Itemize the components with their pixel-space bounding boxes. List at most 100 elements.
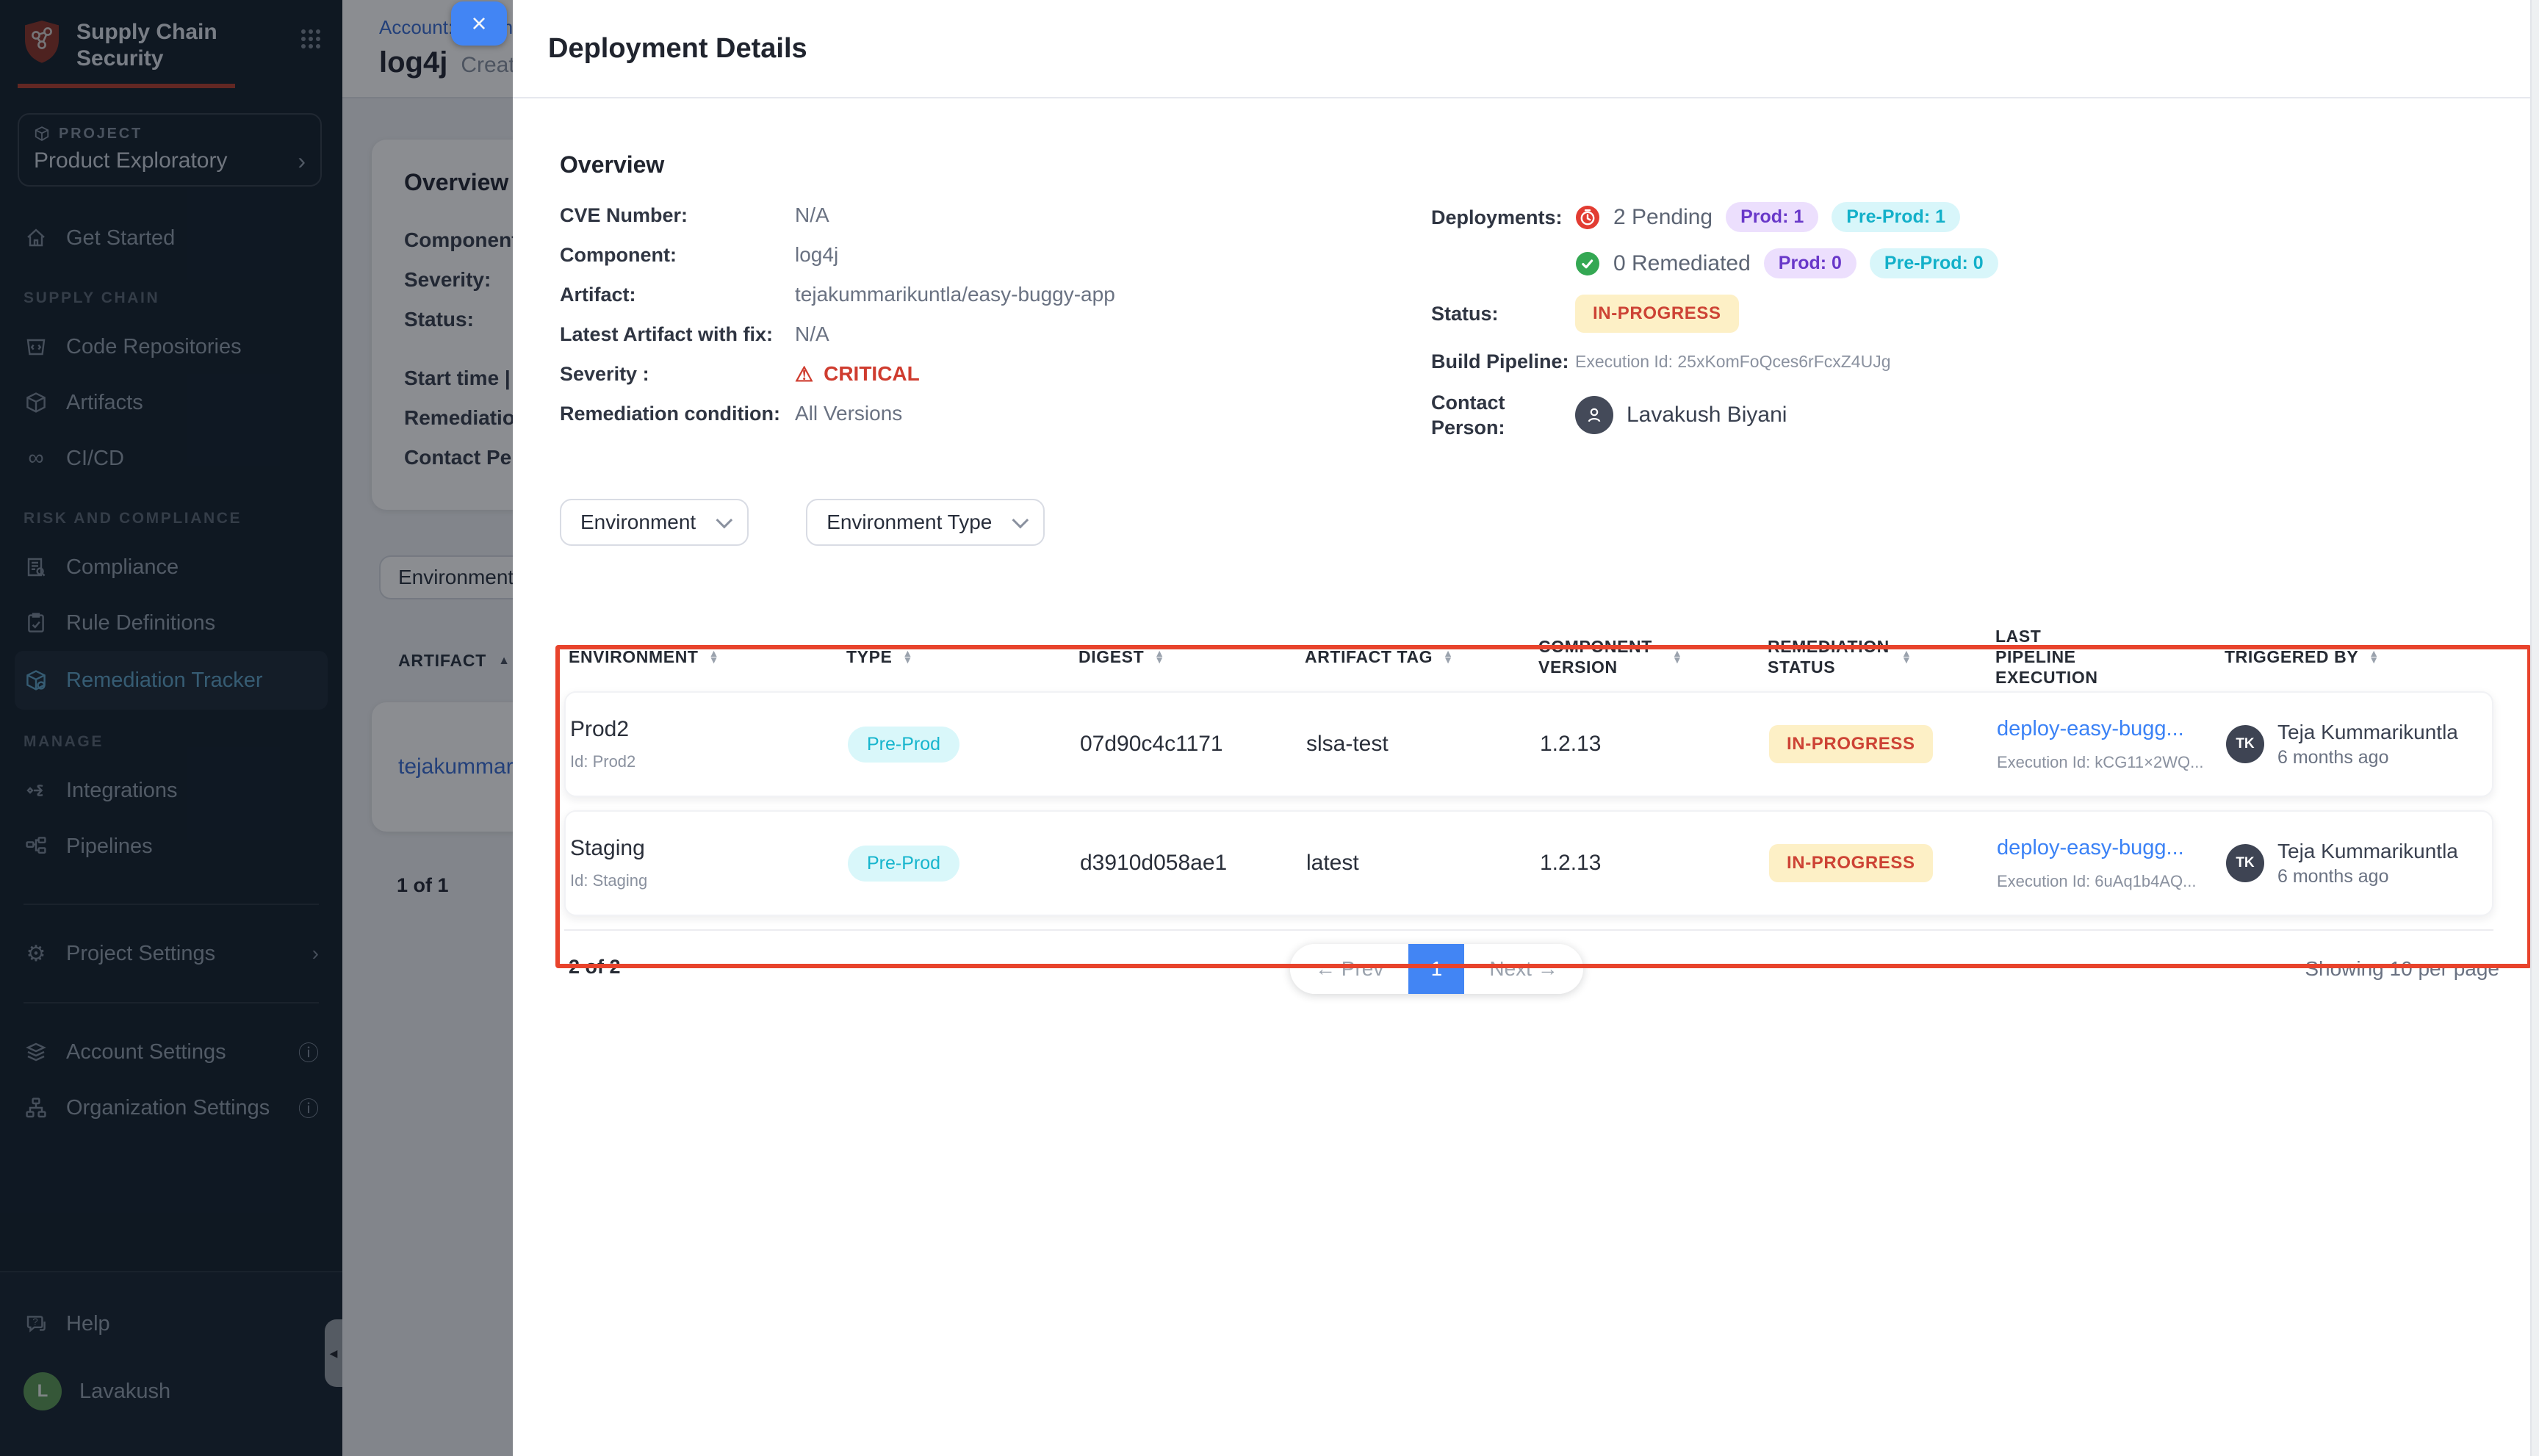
execution-id: Execution Id: 6uAq1b4AQ... — [1997, 872, 2226, 891]
column-label: ENVIRONMENT — [569, 646, 699, 667]
user-avatar: TK — [2226, 844, 2264, 882]
pipeline-link[interactable]: deploy-easy-bugg... — [1997, 836, 2226, 860]
app-root: Supply Chain Security PROJECT — [0, 0, 2539, 1456]
sort-icon[interactable]: ▲▼ — [1672, 650, 1682, 663]
scrollbar[interactable] — [2530, 0, 2539, 1456]
pagination-controls: ← Prev 1 Next → — [1290, 944, 1583, 994]
field-label: Component: — [560, 244, 795, 267]
field-value: All Versions — [795, 402, 902, 425]
pagination-count: 2 of 2 — [569, 956, 621, 979]
preprod-type-badge: Pre-Prod — [848, 727, 959, 763]
cell-type: Pre-Prod — [848, 846, 1080, 882]
column-label: LAST PIPELINE EXECUTION — [1995, 626, 2119, 688]
deployments-remediated-row: 0 Remediated Prod: 0 Pre-Prod: 0 — [1431, 248, 2498, 278]
field-label: CVE Number: — [560, 204, 795, 227]
deployments-table: ENVIRONMENT ▲▼ TYPE ▲▼ DIGEST ▲▼ ARTIFAC… — [560, 622, 2498, 931]
preprod-badge: Pre-Prod: 0 — [1870, 248, 1998, 278]
close-button[interactable]: × — [451, 1, 507, 46]
field-label: Build Pipeline: — [1431, 349, 1575, 374]
field-value: log4j — [795, 243, 838, 267]
severity-value: ⚠ CRITICAL — [795, 362, 920, 386]
chevron-down-icon — [716, 512, 733, 529]
table-filters: Environment Environment Type — [560, 499, 2498, 546]
overview-status-fields: Deployments: 2 Pending Prod: 1 — [1431, 202, 2498, 440]
column-header-digest[interactable]: DIGEST ▲▼ — [1078, 646, 1305, 667]
execution-id: Execution Id: kCG11×2WQ... — [1997, 753, 2226, 772]
drawer-title: Deployment Details — [548, 33, 807, 65]
contact-person-row: Contact Person: Lavakush Biyani — [1431, 390, 2498, 440]
column-header-component-version[interactable]: COMPONENT VERSION ▲▼ — [1538, 636, 1768, 677]
user-avatar: TK — [2226, 725, 2264, 763]
table-row[interactable]: Staging Id: Staging Pre-Prod d3910d058ae… — [564, 810, 2493, 916]
sort-icon[interactable]: ▲▼ — [1901, 650, 1912, 663]
pending-icon — [1575, 205, 1600, 230]
column-header-last-pipeline-execution[interactable]: LAST PIPELINE EXECUTION — [1995, 626, 2225, 688]
prod-badge: Prod: 1 — [1726, 202, 1818, 232]
sort-icon[interactable]: ▲▼ — [902, 650, 912, 663]
cell-triggered-by: TK Teja Kummarikuntla 6 months ago — [2226, 721, 2492, 768]
environment-filter[interactable]: Environment — [560, 499, 749, 546]
current-page-button[interactable]: 1 — [1408, 944, 1464, 994]
column-label: ARTIFACT TAG — [1305, 646, 1433, 667]
pagination: 2 of 2 ← Prev 1 Next → Showing 10 per pa… — [560, 944, 2498, 1003]
remediated-check-icon — [1575, 251, 1600, 276]
filter-label: Environment — [580, 511, 696, 534]
table-row[interactable]: Prod2 Id: Prod2 Pre-Prod 07d90c4c1171 sl… — [564, 691, 2493, 797]
field-label: Contact Person: — [1431, 390, 1575, 440]
execution-id: Execution Id: 25xKomFoQces6rFcxZ4UJg — [1575, 352, 1891, 372]
next-page-button[interactable]: Next → — [1464, 944, 1582, 994]
sort-icon[interactable]: ▲▼ — [1154, 650, 1164, 663]
cell-digest: d3910d058ae1 — [1080, 851, 1306, 876]
table-bottom-divider — [564, 929, 2493, 931]
field-label: Artifact: — [560, 284, 795, 306]
deployments-pending-row: Deployments: 2 Pending Prod: 1 — [1431, 202, 2498, 232]
field-row: Remediation condition: All Versions — [560, 400, 1431, 427]
remediated-count: 0 Remediated — [1613, 251, 1751, 276]
column-header-remediation-status[interactable]: REMEDIATION STATUS ▲▼ — [1768, 636, 1995, 677]
cell-component-version: 1.2.13 — [1540, 732, 1769, 757]
sort-icon[interactable]: ▲▼ — [709, 650, 719, 663]
build-pipeline-row: Build Pipeline: Execution Id: 25xKomFoQc… — [1431, 349, 2498, 374]
cell-artifact-tag: latest — [1306, 851, 1540, 876]
field-label: Deployments: — [1431, 205, 1575, 230]
column-label: REMEDIATION STATUS — [1768, 636, 1891, 677]
cell-artifact-tag: slsa-test — [1306, 732, 1540, 757]
column-label: TRIGGERED BY — [2225, 646, 2358, 667]
status-badge: IN-PROGRESS — [1575, 295, 1739, 333]
column-header-triggered-by[interactable]: TRIGGERED BY ▲▼ — [2225, 646, 2498, 667]
field-row: Component: log4j — [560, 242, 1431, 268]
column-header-type[interactable]: TYPE ▲▼ — [846, 646, 1078, 667]
column-label: COMPONENT VERSION — [1538, 636, 1662, 677]
cell-remediation-status: IN-PROGRESS — [1769, 844, 1997, 882]
severity-label: CRITICAL — [824, 362, 920, 386]
triggered-by-name: Teja Kummarikuntla — [2277, 840, 2458, 863]
cell-component-version: 1.2.13 — [1540, 851, 1769, 876]
column-header-artifact-tag[interactable]: ARTIFACT TAG ▲▼ — [1305, 646, 1538, 667]
column-label: DIGEST — [1078, 646, 1144, 667]
sort-icon[interactable]: ▲▼ — [1443, 650, 1453, 663]
status-row: Status: IN-PROGRESS — [1431, 295, 2498, 333]
triggered-by-name: Teja Kummarikuntla — [2277, 721, 2458, 744]
field-label: Status: — [1431, 301, 1575, 326]
status-badge: IN-PROGRESS — [1769, 725, 1933, 763]
field-value: N/A — [795, 203, 829, 227]
cell-environment: Staging Id: Staging — [570, 836, 848, 890]
field-value: N/A — [795, 322, 829, 346]
cell-digest: 07d90c4c1171 — [1080, 732, 1306, 757]
pipeline-link[interactable]: deploy-easy-bugg... — [1997, 717, 2226, 741]
triggered-by-time: 6 months ago — [2277, 866, 2458, 887]
prod-badge: Prod: 0 — [1764, 248, 1856, 278]
overview-fields: CVE Number: N/A Component: log4j Artifac… — [560, 202, 1431, 427]
filter-label: Environment Type — [826, 511, 992, 534]
cell-remediation-status: IN-PROGRESS — [1769, 725, 1997, 763]
deployment-details-drawer: Deployment Details Overview CVE Number: … — [513, 0, 2539, 1456]
environment-type-filter[interactable]: Environment Type — [806, 499, 1045, 546]
preprod-badge: Pre-Prod: 1 — [1832, 202, 1960, 232]
field-label: Latest Artifact with fix: — [560, 323, 795, 346]
sort-icon[interactable]: ▲▼ — [2369, 650, 2379, 663]
status-badge: IN-PROGRESS — [1769, 844, 1933, 882]
column-label: TYPE — [846, 646, 892, 667]
column-header-environment[interactable]: ENVIRONMENT ▲▼ — [569, 646, 846, 667]
prev-page-button[interactable]: ← Prev — [1290, 944, 1408, 994]
warning-icon: ⚠ — [795, 362, 813, 386]
